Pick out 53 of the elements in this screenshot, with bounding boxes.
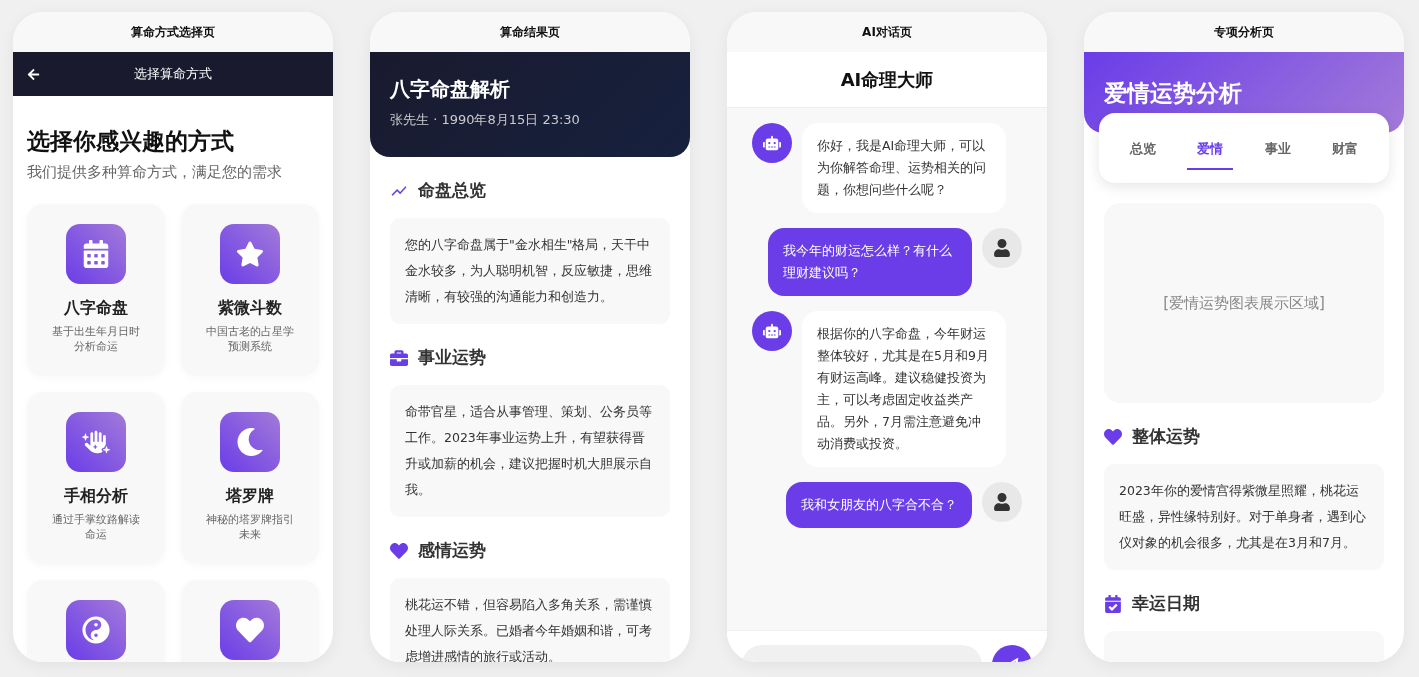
method-title: 手相分析 bbox=[64, 486, 128, 507]
bot-avatar bbox=[752, 123, 792, 163]
method-title: 八字命盘 bbox=[64, 298, 128, 319]
tab[interactable]: 爱情 bbox=[1187, 126, 1234, 170]
page-heading: 选择你感兴趣的方式 bbox=[27, 127, 235, 156]
user-avatar bbox=[982, 228, 1022, 268]
method-description: 神秘的塔罗牌指引未来 bbox=[205, 512, 295, 543]
tab[interactable]: 财富 bbox=[1322, 126, 1369, 170]
message-bubble: 你好，我是AI命理大师，可以为你解答命理、运势相关的问题，你想问些什么呢？ bbox=[802, 123, 1006, 213]
section-title: 事业运势 bbox=[418, 346, 486, 369]
section-title: 感情运势 bbox=[418, 539, 486, 562]
heart-icon bbox=[390, 541, 408, 560]
message-bubble: 我今年的财运怎么样？有什么理财建议吗？ bbox=[768, 228, 972, 296]
hand-icon bbox=[66, 412, 126, 472]
tab[interactable]: 事业 bbox=[1254, 126, 1301, 170]
method-description: 中国古老的占星学预测系统 bbox=[205, 324, 295, 355]
calendar-icon bbox=[66, 224, 126, 284]
method-card[interactable]: 八字命盘 基于出生年月日时分析命运 bbox=[27, 204, 165, 376]
nav-title: 选择算命方式 bbox=[132, 65, 213, 83]
section-card: 2023年你的爱情宫得紫微星照耀，桃花运旺盛，异性缘特别好。对于单身者，遇到心仪对象的机会很多，尤其是在3月和7月。 bbox=[1104, 464, 1384, 570]
section-title: 命盘总览 bbox=[418, 179, 486, 202]
method-card[interactable]: 紫微斗数 中国古老的占星学预测系统 bbox=[181, 204, 319, 376]
method-description: 通过手掌纹路解读命运 bbox=[51, 512, 141, 543]
section-title: 整体运势 bbox=[1132, 425, 1200, 448]
screen-label: 算命方式选择页 bbox=[13, 12, 333, 52]
message-bubble: 根据你的八字命盘，今年财运整体较好，尤其是在5月和9月有财运高峰。建议稳健投资为主，可以考虑固定收益类产品。另外，7月需注意避免冲动消费或投资。 bbox=[802, 311, 1006, 467]
chart-area: [爱情运势图表展示区域] bbox=[1104, 203, 1384, 403]
bot-avatar bbox=[752, 311, 792, 351]
section-card: 桃花运不错，但容易陷入多角关系，需谨慎处理人际关系。已婚者今年婚姻和谐，可考虑增进感情的旅行或活动。 bbox=[390, 578, 670, 662]
back-icon[interactable] bbox=[27, 67, 40, 81]
analysis-title: 爱情运势分析 bbox=[1104, 79, 1243, 108]
user-avatar bbox=[982, 482, 1022, 522]
method-description: 基于出生年月日时分析命运 bbox=[51, 324, 141, 355]
moon-icon bbox=[220, 412, 280, 472]
method-card[interactable]: 塔罗牌 神秘的塔罗牌指引未来 bbox=[181, 392, 319, 564]
section-card: 您的八字命盘属于"金水相生"格局，天干中金水较多，为人聪明机智，反应敏捷，思维清晰，有较强的沟通能力和创造力。 bbox=[390, 218, 670, 324]
heart-icon bbox=[1104, 427, 1122, 446]
tab[interactable]: 总览 bbox=[1119, 126, 1166, 170]
briefcase-icon bbox=[390, 348, 408, 367]
screen-label: 算命结果页 bbox=[370, 12, 690, 52]
section-title: 幸运日期 bbox=[1132, 592, 1200, 615]
result-subtitle: 张先生 · 1990年8月15日 23:30 bbox=[390, 111, 581, 129]
screen-label: 专项分析页 bbox=[1084, 12, 1404, 52]
method-title: 紫微斗数 bbox=[218, 298, 282, 319]
yin-yang-icon bbox=[66, 600, 126, 660]
page-subheading: 我们提供多种算命方式，满足您的需求 bbox=[27, 163, 283, 182]
screen-label: AI对话页 bbox=[727, 12, 1047, 52]
message-bubble: 我和女朋友的八字合不合？ bbox=[786, 482, 972, 528]
method-card[interactable]: 手相分析 通过手掌纹路解读命运 bbox=[27, 392, 165, 564]
method-title: 塔罗牌 bbox=[226, 486, 274, 507]
section-card: 命带官星，适合从事管理、策划、公务员等工作。2023年事业运势上升，有望获得晋升或加薪的机会，建议把握时机大胆展示自我。 bbox=[390, 385, 670, 517]
result-title: 八字命盘解析 bbox=[390, 76, 511, 103]
calendar-check-icon bbox=[1104, 594, 1122, 613]
